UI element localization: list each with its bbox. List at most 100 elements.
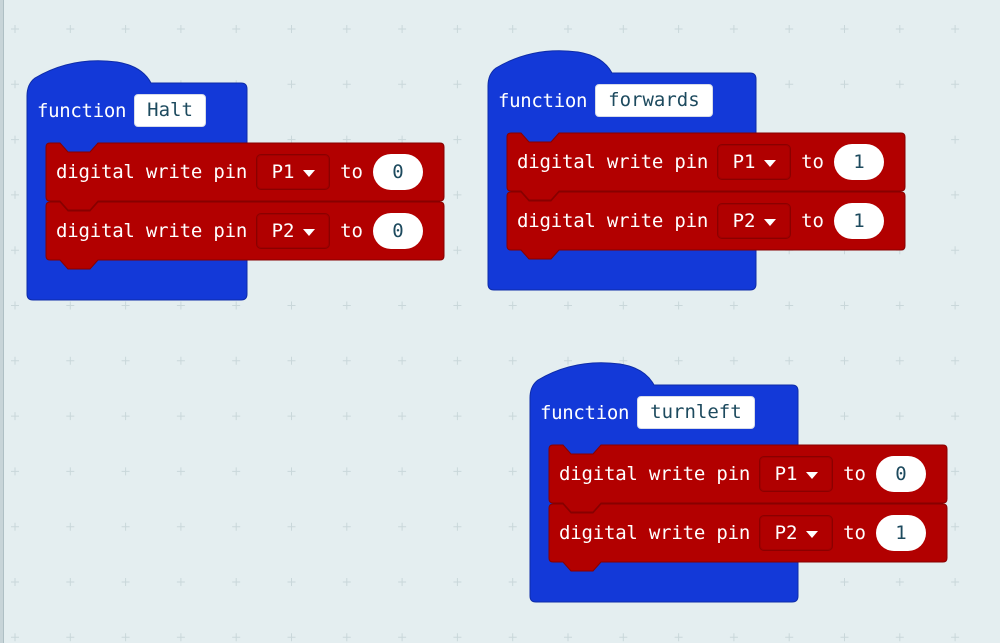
pin-dropdown[interactable]: P2 [256,213,331,249]
grid-plus-mark [121,356,130,365]
grid-plus-mark [342,578,351,586]
to-label: to [340,220,363,242]
grid-plus-mark [951,80,960,89]
grid-plus-mark [287,25,296,33]
caret-down-icon [805,471,818,479]
grid-plus-mark [619,25,628,33]
grid-plus-mark [453,25,462,33]
grid-plus-mark [453,301,462,310]
digital-write-pin-block[interactable]: digital write pin P1 to 1 [506,132,906,201]
statement-label: digital write pin [56,161,248,183]
grid-plus-mark [232,412,241,421]
grid-plus-mark [342,25,351,33]
grid-plus-mark [121,412,130,421]
function-name-field[interactable]: forwards [595,84,713,117]
digital-write-pin-block[interactable]: digital write pin P2 to 1 [506,191,906,260]
grid-plus-mark [11,522,19,531]
grid-plus-mark [342,356,351,365]
grid-plus-mark [287,467,296,476]
grid-plus-mark [840,301,849,310]
pin-value: P1 [732,151,756,173]
grid-plus-mark [619,633,628,642]
to-label: to [843,463,866,485]
grid-plus-mark [453,190,462,199]
value-input[interactable]: 0 [372,154,423,190]
value-input[interactable]: 0 [875,456,926,492]
grid-plus-mark [398,412,407,421]
grid-plus-mark [840,25,849,33]
statement-label: digital write pin [559,522,751,544]
grid-plus-mark [66,467,75,476]
statement-label: digital write pin [517,210,709,232]
grid-plus-mark [232,578,241,586]
grid-plus-mark [66,301,75,310]
grid-plus-mark [951,578,960,586]
grid-plus-mark [342,301,351,310]
function-keyword: function [37,99,127,122]
grid-plus-mark [895,578,904,586]
grid-plus-mark [895,633,904,642]
grid-plus-mark [398,633,407,642]
value-input[interactable]: 1 [833,144,884,180]
grid-plus-mark [66,522,75,531]
grid-plus-mark [840,578,849,586]
grid-plus-mark [342,412,351,421]
grid-plus-mark [121,578,130,586]
pin-value: P1 [774,463,798,485]
grid-plus-mark [232,301,241,310]
grid-plus-mark [508,578,517,586]
grid-plus-mark [508,356,517,365]
grid-plus-mark [674,633,683,642]
grid-plus-mark [287,412,296,421]
grid-plus-mark [11,633,19,642]
pin-value: P2 [732,210,756,232]
grid-plus-mark [176,356,185,365]
grid-plus-mark [66,633,75,642]
pin-dropdown[interactable]: P1 [256,154,331,190]
grid-plus-mark [342,80,351,89]
grid-plus-mark [453,356,462,365]
grid-plus-mark [121,301,130,310]
grid-plus-mark [674,301,683,310]
function-name-field[interactable]: turnleft [637,396,755,429]
grid-plus-mark [287,578,296,586]
grid-plus-mark [729,25,738,33]
grid-plus-mark [785,301,794,310]
grid-plus-mark [951,522,960,531]
digital-write-pin-block[interactable]: digital write pin P2 to 1 [548,503,948,572]
function-name-field[interactable]: Halt [134,94,206,127]
pin-dropdown[interactable]: P2 [759,515,834,551]
grid-plus-mark [453,578,462,586]
grid-plus-mark [398,522,407,531]
grid-plus-mark [508,467,517,476]
value-input[interactable]: 1 [833,203,884,239]
grid-plus-mark [287,80,296,89]
digital-write-pin-block[interactable]: digital write pin P2 to 0 [45,201,445,270]
grid-plus-mark [11,467,19,476]
grid-plus-mark [951,633,960,642]
grid-plus-mark [342,467,351,476]
grid-plus-mark [11,25,19,33]
grid-plus-mark [840,412,849,421]
pin-dropdown[interactable]: P2 [717,203,792,239]
grid-plus-mark [453,522,462,531]
pin-dropdown[interactable]: P1 [759,456,834,492]
grid-plus-mark [951,356,960,365]
digital-write-pin-block[interactable]: digital write pin P1 to 0 [548,444,948,513]
grid-plus-mark [11,356,19,365]
grid-plus-mark [453,135,462,144]
grid-plus-mark [121,633,130,642]
digital-write-pin-block[interactable]: digital write pin P1 to 0 [45,142,445,211]
grid-plus-mark [398,356,407,365]
grid-plus-mark [729,301,738,310]
grid-plus-mark [895,25,904,33]
grid-plus-mark [66,25,75,33]
grid-plus-mark [11,301,19,310]
value-input[interactable]: 1 [875,515,926,551]
grid-plus-mark [287,301,296,310]
pin-dropdown[interactable]: P1 [717,144,792,180]
blocks-workspace[interactable]: function Halt digital write pin P1 to 0 [0,0,1000,643]
value-input[interactable]: 0 [372,213,423,249]
pin-value: P2 [271,220,295,242]
grid-plus-mark [785,80,794,89]
